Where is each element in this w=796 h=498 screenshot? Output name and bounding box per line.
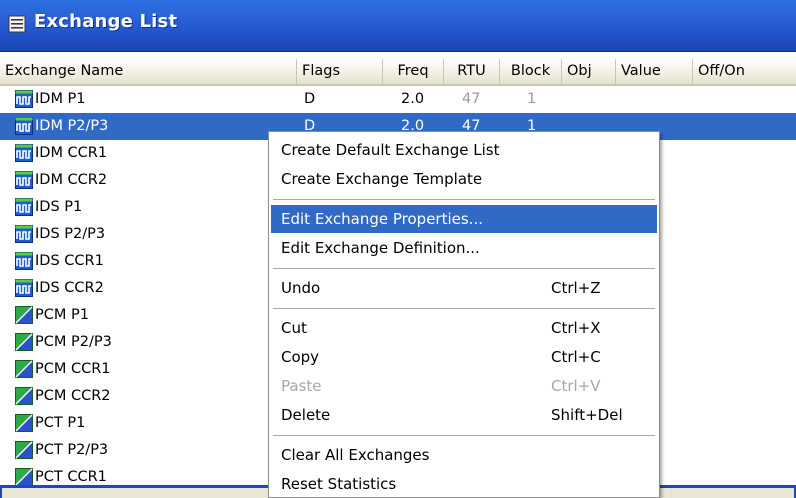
cell-rtu: 47: [462, 91, 481, 107]
idm-icon: [15, 198, 33, 216]
window-title-bar[interactable]: Exchange List: [0, 0, 796, 52]
menu-separator: [273, 435, 655, 436]
column-header-block[interactable]: Block: [500, 59, 562, 84]
pcm-icon: [15, 414, 33, 432]
menu-item-clear-all-exchanges[interactable]: Clear All Exchanges: [271, 441, 657, 469]
menu-item-shortcut: Ctrl+C: [551, 348, 601, 366]
context-menu: Create Default Exchange List Create Excha…: [268, 131, 660, 498]
list-window-icon: [8, 15, 26, 33]
menu-item-copy[interactable]: Copy Ctrl+C: [271, 343, 657, 371]
menu-item-label: Edit Exchange Definition...: [281, 239, 480, 257]
pcm-icon: [15, 387, 33, 405]
column-header-flags[interactable]: Flags: [297, 59, 383, 84]
exchange-name: PCT P2/P3: [35, 442, 109, 458]
column-header-value[interactable]: Value: [616, 59, 693, 84]
window-title: Exchange List: [34, 11, 178, 32]
exchange-name: PCM CCR1: [35, 361, 111, 377]
exchange-name: IDM CCR2: [35, 172, 108, 188]
pcm-icon: [15, 468, 33, 486]
menu-item-label: Cut: [281, 319, 307, 337]
exchange-name: IDS P2/P3: [35, 226, 106, 242]
column-header-row: Exchange Name Flags Freq RTU Block Obj V…: [0, 59, 796, 86]
menu-item-label: Copy: [281, 348, 320, 366]
menu-item-delete[interactable]: Delete Shift+Del: [271, 401, 657, 429]
idm-icon: [15, 90, 33, 108]
exchange-name: PCM P1: [35, 307, 89, 323]
idm-icon: [15, 171, 33, 189]
menu-item-label: Edit Exchange Properties...: [281, 210, 483, 228]
idm-icon: [15, 117, 33, 135]
column-header-name[interactable]: Exchange Name: [0, 59, 297, 84]
menu-item-label: Reset Statistics: [281, 475, 397, 493]
exchange-name: PCM CCR2: [35, 388, 111, 404]
idm-icon: [15, 279, 33, 297]
menu-item-edit-exchange-definition[interactable]: Edit Exchange Definition...: [271, 234, 657, 262]
menu-item-label: Create Exchange Template: [281, 170, 483, 188]
exchange-name: IDM P1: [35, 91, 86, 107]
idm-icon: [15, 252, 33, 270]
menu-item-shortcut: Ctrl+X: [551, 319, 601, 337]
menu-item-create-default-exchange-list[interactable]: Create Default Exchange List: [271, 136, 657, 164]
menu-item-edit-exchange-properties[interactable]: Edit Exchange Properties...: [271, 205, 657, 233]
menu-item-shortcut: Shift+Del: [551, 406, 623, 424]
exchange-name: IDS CCR2: [35, 280, 104, 296]
menu-separator: [273, 199, 655, 200]
menu-separator: [273, 308, 655, 309]
column-header-rtu[interactable]: RTU: [444, 59, 500, 84]
menu-item-paste: Paste Ctrl+V: [271, 372, 657, 400]
exchange-name: IDS CCR1: [35, 253, 104, 269]
menu-item-label: Paste: [281, 377, 322, 395]
menu-item-undo[interactable]: Undo Ctrl+Z: [271, 274, 657, 302]
menu-item-create-exchange-template[interactable]: Create Exchange Template: [271, 165, 657, 193]
exchange-name: PCM P2/P3: [35, 334, 112, 350]
menu-item-shortcut: Ctrl+V: [551, 377, 601, 395]
cell-freq: 2.0: [401, 91, 425, 107]
exchange-name: IDS P1: [35, 199, 83, 215]
menu-item-reset-statistics[interactable]: Reset Statistics: [271, 470, 657, 498]
exchange-name: PCT P1: [35, 415, 86, 431]
column-header-obj[interactable]: Obj: [562, 59, 616, 84]
menu-item-label: Delete: [281, 406, 331, 424]
exchange-name: IDM P2/P3: [35, 118, 109, 134]
menu-item-label: Create Default Exchange List: [281, 141, 500, 159]
cell-flags: D: [304, 91, 316, 107]
idm-icon: [15, 144, 33, 162]
cell-block: 1: [527, 91, 537, 107]
exchange-name: IDM CCR1: [35, 145, 108, 161]
menu-item-cut[interactable]: Cut Ctrl+X: [271, 314, 657, 342]
pcm-icon: [15, 306, 33, 324]
menu-item-label: Clear All Exchanges: [281, 446, 430, 464]
pcm-icon: [15, 441, 33, 459]
idm-icon: [15, 225, 33, 243]
pcm-icon: [15, 360, 33, 378]
column-header-offon[interactable]: Off/On: [693, 59, 796, 84]
menu-item-label: Undo: [281, 279, 321, 297]
pcm-icon: [15, 333, 33, 351]
menu-separator: [273, 268, 655, 269]
menu-item-shortcut: Ctrl+Z: [551, 279, 601, 297]
column-header-freq[interactable]: Freq: [383, 59, 444, 84]
table-row[interactable]: IDM P1 D 2.0 47 1: [0, 86, 796, 113]
